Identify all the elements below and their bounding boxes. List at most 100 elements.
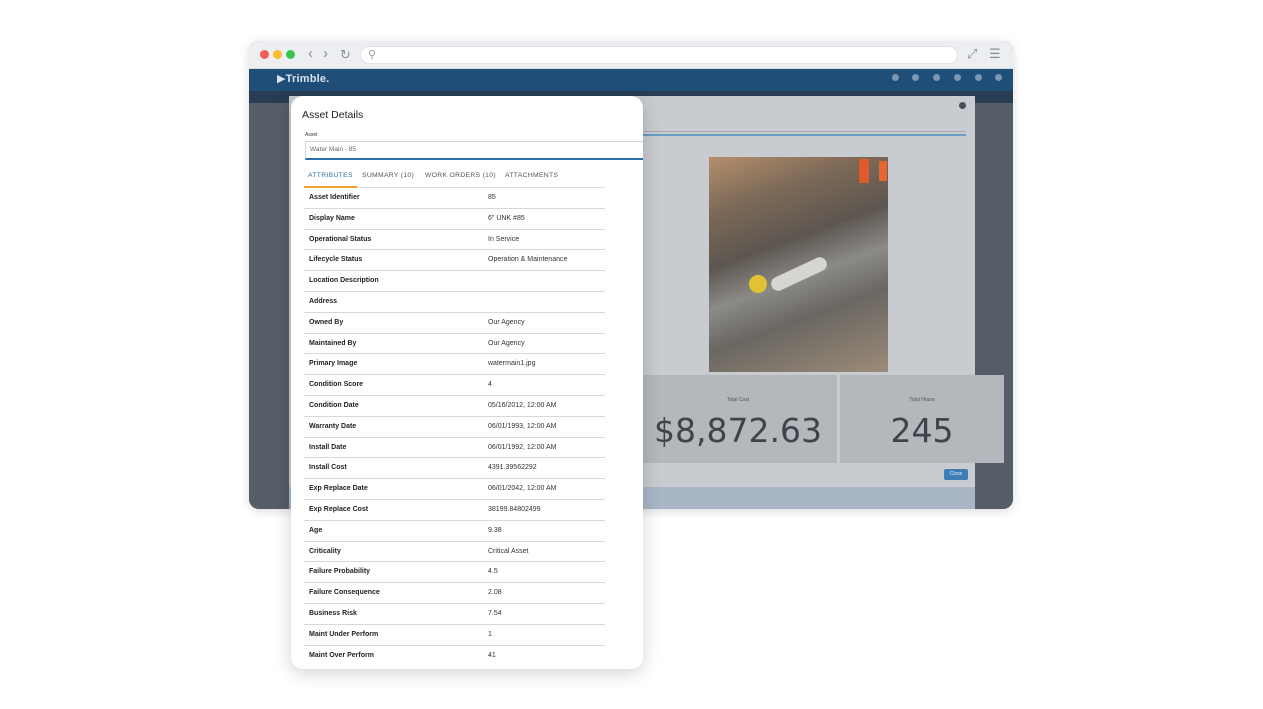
- traffic-cone: [859, 159, 869, 183]
- search-icon[interactable]: [892, 74, 899, 81]
- close-window-dot[interactable]: [260, 50, 269, 59]
- row-label: Criticality: [309, 547, 341, 555]
- chevron-right-icon[interactable]: ›: [323, 45, 328, 63]
- address-bar[interactable]: ⚲: [360, 46, 958, 64]
- row-label: Asset Identifier: [309, 194, 360, 201]
- table-row: Age 9.38: [304, 521, 605, 542]
- row-label: Maint Over Perform: [309, 651, 374, 659]
- row-value: 38199.84802499: [488, 505, 541, 513]
- row-value: 6" UNK #85: [488, 214, 525, 222]
- row-label: Exp Replace Date: [309, 485, 368, 493]
- stat-label: Total Hours: [909, 397, 935, 403]
- total-hours-card: Total Hours 245: [840, 375, 1004, 463]
- close-icon[interactable]: [959, 102, 966, 109]
- table-row: Exp Replace Cost 38199.84802499: [304, 500, 605, 521]
- tab-attachments[interactable]: ATTACHMENTS: [505, 172, 558, 179]
- reload-icon[interactable]: ↻: [340, 46, 351, 64]
- row-label: Address: [309, 297, 338, 305]
- row-label: Condition Score: [309, 381, 364, 389]
- table-row: Primary Image watermain1.jpg: [304, 354, 605, 376]
- tab-summary[interactable]: SUMMARY (10): [362, 172, 414, 179]
- table-row: Asset Identifier 85: [304, 188, 605, 209]
- row-label: Primary Image: [309, 360, 358, 368]
- table-row: Lifecycle Status Operation & Maintenance: [304, 250, 605, 272]
- stat-value: 245: [890, 411, 954, 450]
- row-value: 4: [488, 381, 492, 389]
- user-icon[interactable]: [975, 74, 982, 81]
- asset-select-background: [639, 124, 966, 132]
- row-label: Owned By: [309, 318, 344, 326]
- minimize-window-dot[interactable]: [273, 50, 282, 59]
- star-icon[interactable]: [912, 74, 919, 81]
- table-row: Business Risk 7.54: [304, 604, 605, 625]
- row-value: 2.08: [488, 589, 502, 597]
- chevron-left-icon[interactable]: ‹: [308, 45, 313, 63]
- tab-bar: ATTRIBUTES SUMMARY (10) WORK ORDERS (10)…: [304, 168, 605, 188]
- help-icon[interactable]: [954, 74, 961, 81]
- table-row: Failure Probability 4.5: [304, 562, 605, 584]
- app-header: ▶Trimble.: [249, 69, 1013, 91]
- attributes-table: Asset Identifier 85 Display Name 6" UNK #8…: [304, 188, 605, 666]
- asset-select-value: Water Main - 85: [310, 146, 356, 153]
- hamburger-menu-icon[interactable]: ☰: [989, 46, 1001, 62]
- row-value: 06/01/1992, 12:00 AM: [488, 443, 557, 451]
- row-label: Exp Replace Cost: [309, 505, 369, 513]
- stat-label: Total Cost: [726, 397, 750, 403]
- row-value: 4.5: [488, 568, 498, 576]
- tab-attributes[interactable]: ATTRIBUTES: [308, 172, 353, 179]
- close-button[interactable]: Close: [944, 469, 968, 480]
- maximize-window-dot[interactable]: [286, 50, 295, 59]
- pipe-fitting: [749, 275, 767, 293]
- row-label: Business Risk: [309, 609, 357, 617]
- gear-icon[interactable]: [933, 74, 940, 81]
- table-row: Display Name 6" UNK #85: [304, 209, 605, 230]
- apps-icon[interactable]: [995, 74, 1002, 81]
- table-row: Operational Status In Service: [304, 230, 605, 251]
- browser-toolbar: ‹ › ↻ ⚲ ⤢ ☰: [249, 41, 1013, 69]
- table-row: Condition Date 05/16/2012, 12:00 AM: [304, 396, 605, 417]
- row-value: 1: [488, 630, 492, 638]
- table-row: Install Cost 4391.39562292: [304, 458, 605, 480]
- row-label: Lifecycle Status: [309, 256, 363, 264]
- table-row: Criticality Critical Asset: [304, 542, 605, 563]
- table-row: Maint Over Perform 41: [304, 646, 605, 667]
- asset-photo: [709, 157, 888, 372]
- table-row: Maintained By Our Agency: [304, 334, 605, 355]
- row-label: Condition Date: [309, 401, 359, 409]
- row-label: Maintained By: [309, 339, 357, 347]
- row-value: Critical Asset: [488, 547, 529, 555]
- row-value: 4391.39562292: [488, 464, 537, 472]
- row-label: Install Date: [309, 443, 347, 451]
- row-value: In Service: [488, 235, 520, 243]
- search-icon: ⚲: [368, 49, 377, 61]
- row-value: Our Agency: [488, 339, 525, 347]
- asset-select[interactable]: Water Main - 85: [305, 141, 643, 160]
- row-value: 85: [488, 194, 496, 201]
- row-label: Display Name: [309, 214, 355, 222]
- expand-icon[interactable]: ⤢: [967, 46, 977, 62]
- row-value: 9.38: [488, 526, 502, 534]
- row-value: Operation & Maintenance: [488, 256, 568, 264]
- row-label: Operational Status: [309, 235, 372, 243]
- traffic-cone: [879, 161, 887, 181]
- pipe: [768, 254, 830, 294]
- row-label: Failure Consequence: [309, 589, 380, 597]
- row-value: Our Agency: [488, 318, 525, 326]
- asset-details-modal: Asset Details Asset Water Main - 85 ATTR…: [291, 96, 643, 669]
- row-value: watermain1.jpg: [488, 360, 536, 368]
- select-underline: [639, 134, 966, 136]
- row-label: Warranty Date: [309, 422, 357, 430]
- row-label: Maint Under Perform: [309, 630, 379, 638]
- table-row: Address: [304, 292, 605, 313]
- table-row: Install Date 06/01/1992, 12:00 AM: [304, 438, 605, 459]
- stat-value: $8,872.63: [654, 411, 822, 450]
- row-value: 06/01/2042, 12:00 AM: [488, 485, 557, 493]
- asset-field-label: Asset: [305, 132, 318, 138]
- row-value: 41: [488, 651, 496, 659]
- row-label: Failure Probability: [309, 568, 371, 576]
- row-value: 7.54: [488, 609, 502, 617]
- row-value: 05/16/2012, 12:00 AM: [488, 401, 557, 409]
- table-row: Owned By Our Agency: [304, 313, 605, 334]
- table-row: Exp Replace Date 06/01/2042, 12:00 AM: [304, 479, 605, 500]
- tab-work-orders[interactable]: WORK ORDERS (10): [425, 172, 496, 179]
